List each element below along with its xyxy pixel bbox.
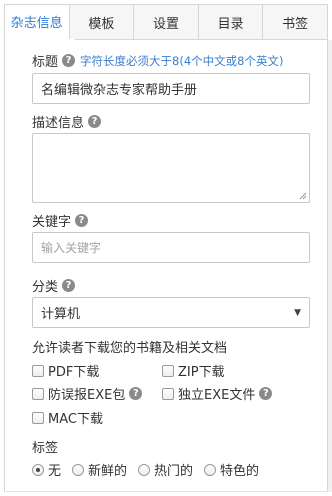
- category-select[interactable]: 计算机 ▼: [32, 297, 310, 328]
- tab-catalog[interactable]: 目录: [197, 5, 263, 40]
- scrollbar[interactable]: [328, 40, 332, 492]
- radio-label: 热门的: [154, 464, 194, 479]
- radio-button[interactable]: [72, 463, 85, 476]
- radio-button[interactable]: [204, 463, 217, 476]
- radio-tag-featured[interactable]: 特色的: [204, 460, 259, 479]
- category-label-row: 分类 ?: [32, 276, 76, 295]
- tab-template[interactable]: 模板: [68, 5, 134, 40]
- help-icon[interactable]: ?: [129, 387, 143, 400]
- description-label: 描述信息: [32, 116, 85, 131]
- checkbox-pdf-download[interactable]: PDF下载: [32, 361, 99, 380]
- help-icon[interactable]: ?: [62, 279, 76, 292]
- title-input[interactable]: 名编辑微杂志专家帮助手册: [32, 73, 310, 104]
- radio-label: 特色的: [220, 464, 260, 479]
- tab-magazine-info[interactable]: 杂志信息: [5, 5, 69, 40]
- downloads-label: 允许读者下载您的书籍及相关文档: [32, 337, 227, 356]
- resize-grip-icon[interactable]: [299, 192, 307, 200]
- checkbox-mac-download[interactable]: MAC下载: [32, 408, 103, 427]
- tags-radio-group: 无 新鲜的 热门的 特色的: [32, 460, 270, 479]
- keyword-input[interactable]: 输入关键字: [32, 232, 310, 263]
- help-icon[interactable]: ?: [259, 387, 273, 400]
- checkbox-label: 独立EXE文件: [178, 388, 256, 403]
- title-label-row: 标题 ? 字符长度必须大于8(4个中文或8个英文): [32, 51, 284, 71]
- radio-button[interactable]: [32, 463, 44, 476]
- tags-label: 标签: [32, 437, 58, 456]
- help-icon[interactable]: ?: [75, 214, 89, 227]
- divider: [75, 39, 327, 40]
- help-icon[interactable]: ?: [62, 54, 76, 67]
- checkbox-label: PDF下载: [48, 365, 100, 380]
- checkbox-zip-download[interactable]: ZIP下载: [162, 361, 225, 380]
- radio-tag-popular[interactable]: 热门的: [138, 460, 193, 479]
- checkbox-box[interactable]: [32, 411, 44, 424]
- tab-settings[interactable]: 设置: [133, 5, 198, 40]
- tags-label-text: 标签: [32, 441, 59, 456]
- help-icon[interactable]: ?: [88, 115, 102, 128]
- radio-label: 无: [48, 464, 62, 479]
- description-label-row: 描述信息 ?: [32, 112, 102, 131]
- category-label: 分类: [32, 280, 59, 295]
- checkbox-box[interactable]: [162, 387, 174, 400]
- keyword-label: 关键字: [32, 215, 72, 230]
- checkbox-label: MAC下载: [48, 412, 103, 427]
- checkbox-standalone-exe[interactable]: 独立EXE文件 ?: [162, 384, 273, 403]
- checkbox-box[interactable]: [162, 364, 174, 377]
- category-selected-value: 计算机: [41, 307, 81, 322]
- checkbox-label: ZIP下载: [178, 365, 225, 380]
- title-label: 标题: [32, 55, 59, 70]
- title-hint: 字符长度必须大于8(4个中文或8个英文): [80, 53, 284, 68]
- radio-label: 新鲜的: [88, 464, 128, 479]
- chevron-down-icon: ▼: [294, 307, 301, 318]
- description-textarea[interactable]: [32, 133, 310, 203]
- radio-tag-none[interactable]: 无: [32, 460, 61, 479]
- tab-bar: 杂志信息 模板 设置 目录 书签: [4, 4, 328, 40]
- radio-button[interactable]: [138, 463, 151, 476]
- keyword-label-row: 关键字 ?: [32, 211, 89, 230]
- downloads-label-text: 允许读者下载您的书籍及相关文档: [32, 341, 228, 356]
- checkbox-exe-package[interactable]: 防误报EXE包 ?: [32, 384, 143, 403]
- checkbox-box[interactable]: [32, 364, 44, 377]
- radio-tag-fresh[interactable]: 新鲜的: [72, 460, 127, 479]
- checkbox-label: 防误报EXE包: [48, 388, 126, 403]
- checkbox-box[interactable]: [32, 387, 44, 400]
- form-panel: 标题 ? 字符长度必须大于8(4个中文或8个英文) 名编辑微杂志专家帮助手册 描…: [4, 39, 328, 492]
- tab-bookmarks[interactable]: 书签: [262, 5, 327, 40]
